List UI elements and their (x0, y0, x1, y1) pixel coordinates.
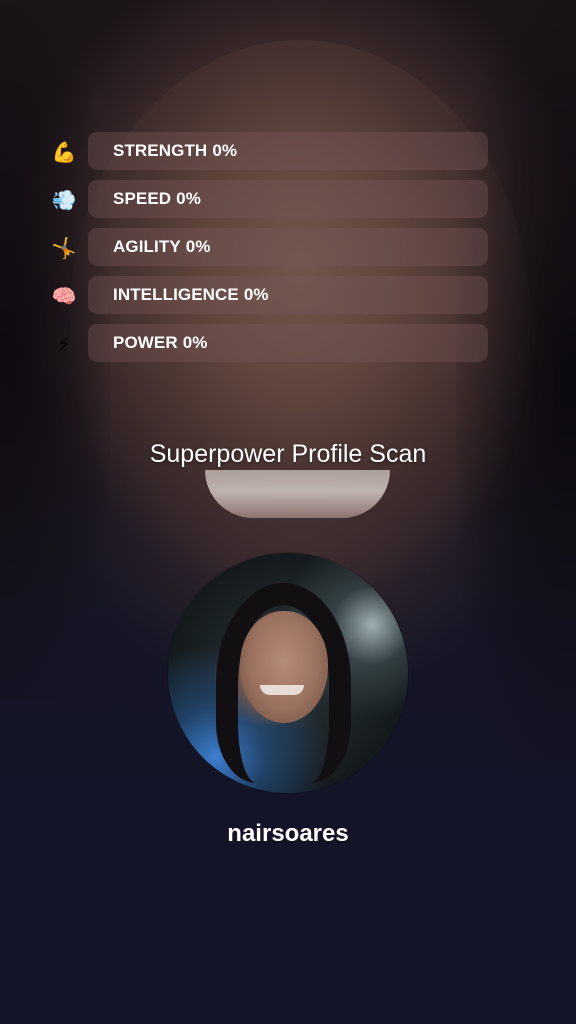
stat-row-agility: 🤸 AGILITY 0% (50, 228, 488, 266)
stat-bar-intelligence: INTELLIGENCE 0% (88, 276, 488, 314)
lightning-bolt-icon: ⚡ (56, 332, 72, 356)
avatar-photo-face (240, 611, 328, 723)
brain-icon: 🧠 (51, 284, 77, 308)
flexed-biceps-icon: 💪 (51, 140, 77, 164)
stat-label: INTELLIGENCE (113, 285, 239, 304)
stat-label: POWER (113, 333, 178, 352)
stats-panel: 💪 STRENGTH0% 💨 SPEED0% 🤸 AGILITY0% 🧠 (50, 132, 488, 372)
scan-title: Superpower Profile Scan (149, 440, 427, 468)
stat-percent: 0% (185, 237, 211, 256)
stat-text-speed: SPEED 0% (113, 180, 201, 218)
stat-text-power: POWER 0% (113, 324, 208, 362)
stat-row-strength: 💪 STRENGTH 0% (50, 132, 488, 170)
stat-label: STRENGTH (113, 141, 208, 160)
stat-percent: 0% (176, 189, 201, 208)
stat-bar-strength: STRENGTH 0% (88, 132, 488, 170)
stat-bar-agility: AGILITY 0% (88, 228, 488, 266)
stat-percent: 0% (182, 333, 208, 352)
cartwheel-person-icon: 🤸 (51, 236, 77, 260)
camera-view: 💪 STRENGTH0% 💨 SPEED0% 🤸 AGILITY0% 🧠 (0, 0, 576, 1024)
avatar[interactable] (168, 553, 408, 793)
stat-percent: 0% (243, 285, 269, 304)
stat-bar-speed: SPEED 0% (88, 180, 488, 218)
stat-percent: 0% (212, 141, 238, 160)
stat-text-strength: STRENGTH 0% (113, 132, 237, 170)
stat-label: AGILITY (113, 237, 181, 256)
avatar-photo-smile (260, 685, 304, 695)
stat-row-power: ⚡ POWER 0% (50, 324, 488, 362)
stat-row-speed: 💨 SPEED 0% (50, 180, 488, 218)
background-photo-smile (205, 470, 390, 518)
stat-label: SPEED (113, 189, 172, 208)
dash-wind-icon: 💨 (51, 188, 77, 212)
stat-bar-power: POWER 0% (88, 324, 488, 362)
stat-row-intelligence: 🧠 INTELLIGENCE 0% (50, 276, 488, 314)
username[interactable]: nairsoares (0, 820, 576, 848)
stat-text-intelligence: INTELLIGENCE 0% (113, 276, 269, 314)
stat-text-agility: AGILITY 0% (113, 228, 211, 266)
